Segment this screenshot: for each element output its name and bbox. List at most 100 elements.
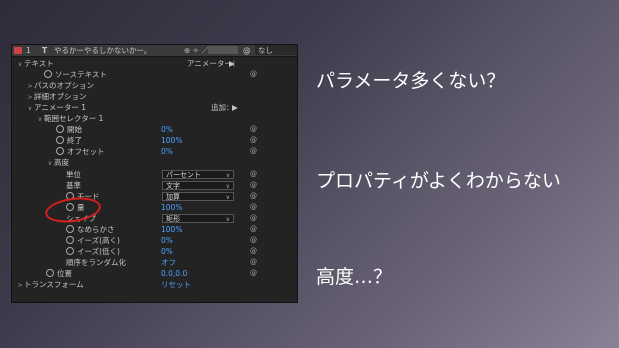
property-row[interactable]: イーズ(低く) [66, 246, 120, 257]
stopwatch-icon[interactable] [66, 235, 74, 244]
layer-label-color[interactable] [14, 47, 22, 54]
layer-header[interactable]: 1 T やるかーやるしかないかー。 ⊕ ✧ ／ @ なし [12, 45, 297, 57]
property-dropdown[interactable]: 矩形 ∨ [162, 213, 234, 223]
property-value[interactable]: 0% [161, 235, 173, 246]
expression-pickwhip-icon[interactable]: @ [250, 236, 257, 244]
add-menu-label[interactable]: 追加： [211, 102, 234, 113]
property-row[interactable]: >パスのオプション [26, 80, 94, 91]
twirl-open-icon[interactable]: ∨ [16, 59, 24, 70]
property-label: アニメーター 1 [34, 103, 87, 113]
property-value[interactable]: 100% [161, 202, 182, 213]
property-row[interactable]: ソーステキスト [36, 69, 107, 80]
switch-boxes[interactable] [208, 46, 238, 54]
property-row[interactable]: ∨ 高度 [46, 157, 69, 168]
property-dropdown[interactable]: 加算 ∨ [162, 191, 234, 201]
property-value[interactable]: オフ [161, 257, 176, 268]
property-row[interactable]: イーズ(高く) [66, 235, 120, 246]
property-value[interactable]: 100% [161, 224, 182, 235]
caption-1: パラメータ多くない？ [316, 70, 506, 92]
dropdown-value: パーセント [166, 170, 201, 179]
property-label: 位置 [57, 268, 72, 278]
property-label: 単位 [66, 169, 81, 179]
chevron-down-icon: ∨ [225, 215, 230, 223]
chevron-down-icon: ∨ [225, 171, 230, 179]
property-label: 終了 [67, 136, 82, 146]
expression-pickwhip-icon[interactable]: @ [250, 136, 257, 144]
property-label: イーズ(低く) [77, 246, 120, 256]
property-label: 基準 [66, 180, 81, 190]
property-row[interactable]: 開始 [56, 124, 82, 135]
twirl-open-icon[interactable]: ∨ [36, 114, 44, 125]
play-icon[interactable]: ▶ [232, 102, 238, 113]
property-value[interactable]: 0.0,0.0 [161, 268, 187, 279]
property-row[interactable]: 位置 [46, 268, 72, 279]
parent-pickwhip-icon[interactable]: @ [243, 45, 251, 56]
property-value[interactable]: 0% [161, 124, 173, 135]
property-row[interactable]: 基準 [66, 180, 81, 191]
property-row[interactable]: >トランスフォーム [16, 279, 84, 291]
property-row[interactable]: なめらかさ [66, 224, 115, 235]
property-label: 範囲セレクター 1 [44, 114, 104, 124]
property-label: 詳細オプション [34, 92, 87, 102]
layer-switches-icon[interactable]: ⊕ ✧ ／ [184, 45, 209, 56]
property-label: ソーステキスト [55, 70, 107, 80]
stopwatch-icon[interactable] [56, 125, 64, 134]
twirl-open-icon[interactable]: ∨ [26, 103, 34, 114]
caption-2: プロパティがよくわからない [316, 170, 561, 192]
expression-pickwhip-icon[interactable]: @ [250, 269, 257, 277]
property-label: 開始 [67, 125, 82, 135]
property-row[interactable]: 終了 [56, 135, 82, 146]
property-label: 順序をランダム化 [66, 257, 126, 267]
property-label: イーズ(高く) [77, 235, 120, 245]
property-label: なめらかさ [77, 224, 115, 234]
expression-pickwhip-icon[interactable]: @ [250, 258, 257, 266]
twirl-closed-icon[interactable]: > [16, 280, 24, 291]
property-row[interactable]: ∨ テキスト [16, 58, 54, 69]
property-value[interactable]: リセット [161, 279, 191, 290]
property-row[interactable]: オフセット [56, 146, 105, 157]
dropdown-value: 加算 [166, 192, 180, 201]
play-icon[interactable]: ▶ [229, 58, 235, 69]
caption-3: 高度…？ [316, 266, 393, 288]
expression-pickwhip-icon[interactable]: @ [250, 225, 257, 233]
stopwatch-icon[interactable] [56, 147, 64, 156]
expression-pickwhip-icon[interactable]: @ [250, 247, 257, 255]
stopwatch-icon[interactable] [66, 224, 74, 233]
timeline-panel: 1 T やるかーやるしかないかー。 ⊕ ✧ ／ @ なし ∨ テキスト アニメーター… [11, 44, 298, 303]
expression-pickwhip-icon[interactable]: @ [250, 70, 257, 78]
expression-pickwhip-icon[interactable]: @ [250, 181, 257, 189]
property-label: 高度 [54, 158, 69, 168]
text-layer-icon: T [42, 46, 48, 55]
property-value[interactable]: 100% [161, 135, 182, 146]
dropdown-value: 矩形 [166, 214, 180, 223]
property-row[interactable]: >詳細オプション [26, 91, 87, 102]
property-row[interactable]: 順序をランダム化 [66, 257, 126, 268]
twirl-open-icon[interactable]: ∨ [46, 158, 54, 169]
expression-pickwhip-icon[interactable]: @ [250, 192, 257, 200]
chevron-down-icon: ∨ [225, 182, 230, 190]
property-dropdown[interactable]: 文字 ∨ [162, 180, 234, 190]
property-value[interactable]: 0% [161, 146, 173, 157]
chevron-down-icon: ∨ [225, 193, 230, 201]
expression-pickwhip-icon[interactable]: @ [250, 147, 257, 155]
property-row[interactable]: ∨ アニメーター 1 [26, 102, 86, 113]
layer-name[interactable]: やるかーやるしかないかー。 [54, 45, 151, 56]
expression-pickwhip-icon[interactable]: @ [250, 203, 257, 211]
property-value[interactable]: 0% [161, 246, 173, 257]
stopwatch-icon[interactable] [56, 136, 64, 145]
property-label: テキスト [24, 59, 54, 68]
parent-select[interactable]: なし [255, 45, 297, 55]
stopwatch-icon[interactable] [44, 70, 52, 79]
property-label: パスのオプション [34, 81, 94, 91]
stopwatch-icon[interactable] [66, 246, 74, 255]
expression-pickwhip-icon[interactable]: @ [250, 125, 257, 133]
stopwatch-icon[interactable] [46, 268, 54, 277]
dropdown-value: 文字 [166, 181, 180, 190]
property-row[interactable]: ∨ 範囲セレクター 1 [36, 113, 104, 125]
property-row[interactable]: 単位 [66, 169, 81, 180]
expression-pickwhip-icon[interactable]: @ [250, 170, 257, 178]
layer-number: 1 [26, 46, 31, 55]
property-label: トランスフォーム [24, 280, 84, 289]
expression-pickwhip-icon[interactable]: @ [250, 214, 257, 222]
property-dropdown[interactable]: パーセント ∨ [162, 169, 234, 179]
